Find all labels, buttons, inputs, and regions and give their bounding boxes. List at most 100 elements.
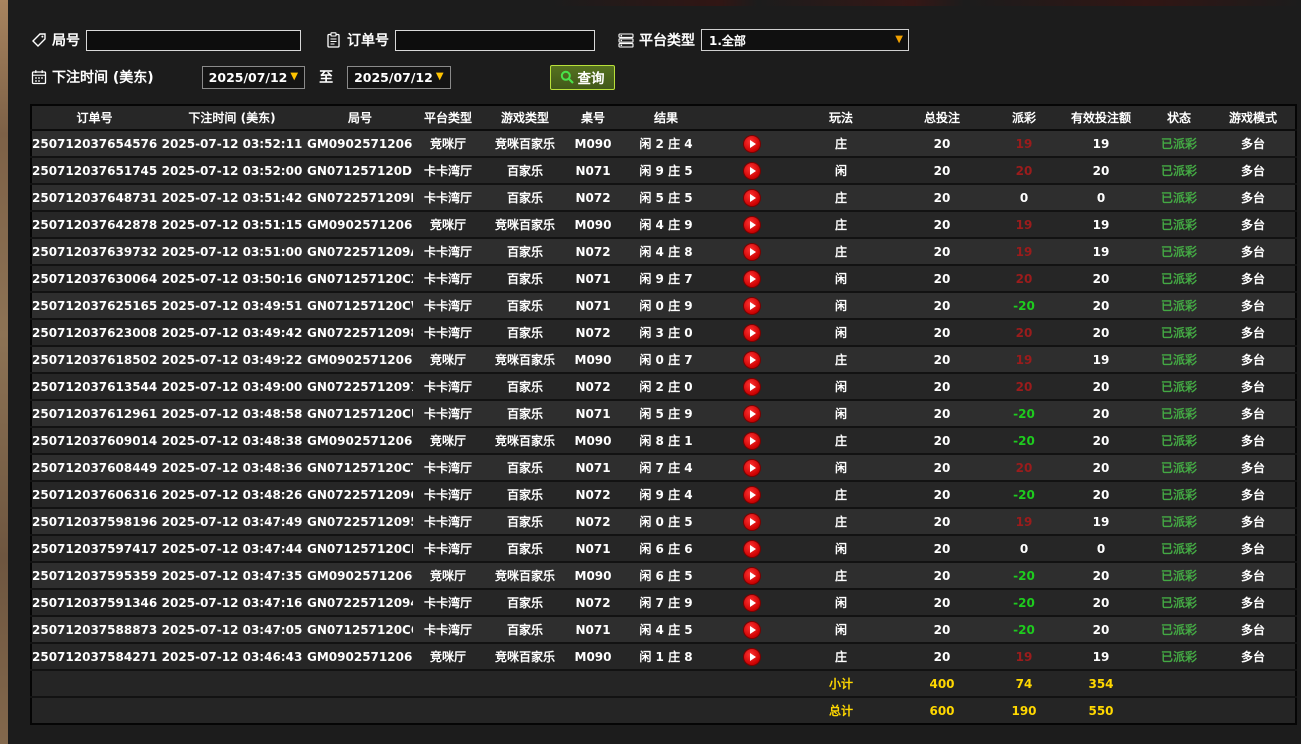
round-input[interactable] <box>86 29 301 51</box>
play-icon[interactable] <box>744 324 760 341</box>
subtotal-label: 小计 <box>791 670 891 698</box>
total-bet-cell: 20 <box>891 265 993 293</box>
header-game-type: 游戏类型 <box>483 105 567 131</box>
play-icon[interactable] <box>744 243 760 260</box>
status-cell: 已派彩 <box>1147 319 1211 347</box>
valid-bet-cell: 20 <box>1055 562 1147 590</box>
order-number-cell: 250712037651745 <box>31 157 157 185</box>
play-type-cell: 庄 <box>791 130 891 158</box>
play-icon[interactable] <box>744 270 760 287</box>
play-icon[interactable] <box>744 486 760 503</box>
play-icon[interactable] <box>744 621 760 638</box>
game-type-cell: 百家乐 <box>483 535 567 563</box>
status-cell: 已派彩 <box>1147 427 1211 455</box>
game-type-cell: 竞咪百家乐 <box>483 211 567 239</box>
date-from-value: 2025/07/12 <box>208 69 288 85</box>
order-number-cell: 250712037623008 <box>31 319 157 347</box>
payout-cell: -20 <box>993 427 1055 455</box>
bet-time-cell: 2025-07-12 03:49:51 <box>157 292 307 320</box>
replay-cell <box>713 292 791 320</box>
payout-cell: 20 <box>993 265 1055 293</box>
result-cell: 闲 0 庄 7 <box>619 346 713 374</box>
bet-time-cell: 2025-07-12 03:51:00 <box>157 238 307 266</box>
game-type-cell: 竞咪百家乐 <box>483 427 567 455</box>
play-type-cell: 闲 <box>791 535 891 563</box>
payout-cell: 20 <box>993 319 1055 347</box>
game-type-cell: 百家乐 <box>483 238 567 266</box>
search-icon <box>560 70 574 84</box>
status-cell: 已派彩 <box>1147 400 1211 428</box>
bet-time-cell: 2025-07-12 03:52:11 <box>157 130 307 158</box>
replay-cell <box>713 346 791 374</box>
play-icon[interactable] <box>744 594 760 611</box>
replay-cell <box>713 427 791 455</box>
platform-select[interactable]: 1.全部 ▼ <box>701 29 909 51</box>
table-number-cell: N071 <box>567 292 619 320</box>
valid-bet-cell: 19 <box>1055 508 1147 536</box>
payout-cell: 19 <box>993 238 1055 266</box>
left-edge-decoration <box>0 0 8 744</box>
play-icon[interactable] <box>744 540 760 557</box>
replay-cell <box>713 211 791 239</box>
table-number-cell: N072 <box>567 238 619 266</box>
play-icon[interactable] <box>744 648 760 665</box>
platform-type-cell: 竞咪厅 <box>413 211 483 239</box>
status-cell: 已派彩 <box>1147 589 1211 617</box>
round-number-cell: GN07225712098 <box>307 319 413 347</box>
total-bet-cell: 20 <box>891 589 993 617</box>
play-icon[interactable] <box>744 432 760 449</box>
status-cell: 已派彩 <box>1147 508 1211 536</box>
play-icon[interactable] <box>744 162 760 179</box>
game-mode-cell: 多台 <box>1211 508 1296 536</box>
order-number-cell: 250712037642878 <box>31 211 157 239</box>
play-icon[interactable] <box>744 216 760 233</box>
date-to-picker[interactable]: 2025/07/12 ▼ <box>347 65 451 89</box>
order-input[interactable] <box>395 29 595 51</box>
game-type-cell: 竞咪百家乐 <box>483 562 567 590</box>
play-icon[interactable] <box>744 459 760 476</box>
platform-type-cell: 卡卡湾厅 <box>413 157 483 185</box>
table-number-cell: N071 <box>567 400 619 428</box>
bet-time-cell: 2025-07-12 03:47:05 <box>157 616 307 644</box>
replay-cell <box>713 643 791 671</box>
table-row: 250712037639732 2025-07-12 03:51:00 GN07… <box>31 238 1296 266</box>
replay-cell <box>713 535 791 563</box>
play-icon[interactable] <box>744 351 760 368</box>
table-row: 250712037588873 2025-07-12 03:47:05 GN07… <box>31 616 1296 644</box>
play-icon[interactable] <box>744 405 760 422</box>
game-type-cell: 百家乐 <box>483 481 567 509</box>
game-type-cell: 百家乐 <box>483 400 567 428</box>
game-mode-cell: 多台 <box>1211 265 1296 293</box>
order-number-cell: 250712037595359 <box>31 562 157 590</box>
replay-cell <box>713 130 791 158</box>
play-icon[interactable] <box>744 378 760 395</box>
result-cell: 闲 4 庄 9 <box>619 211 713 239</box>
round-number-cell: GN0722571209B <box>307 184 413 212</box>
replay-cell <box>713 508 791 536</box>
valid-bet-cell: 19 <box>1055 643 1147 671</box>
play-icon[interactable] <box>744 513 760 530</box>
valid-bet-cell: 20 <box>1055 454 1147 482</box>
platform-type-cell: 卡卡湾厅 <box>413 508 483 536</box>
payout-cell: 19 <box>993 130 1055 158</box>
game-mode-cell: 多台 <box>1211 238 1296 266</box>
table-row: 250712037623008 2025-07-12 03:49:42 GN07… <box>31 319 1296 347</box>
date-from-picker[interactable]: 2025/07/12 ▼ <box>201 65 306 89</box>
table-row: 250712037618502 2025-07-12 03:49:22 GM09… <box>31 346 1296 374</box>
grand-total-empty-status <box>1147 697 1211 724</box>
valid-bet-cell: 20 <box>1055 373 1147 401</box>
game-mode-cell: 多台 <box>1211 589 1296 617</box>
result-cell: 闲 8 庄 1 <box>619 427 713 455</box>
table-row: 250712037609014 2025-07-12 03:48:38 GM09… <box>31 427 1296 455</box>
result-cell: 闲 4 庄 5 <box>619 616 713 644</box>
round-number-cell: GN07225712095 <box>307 508 413 536</box>
play-icon[interactable] <box>744 297 760 314</box>
round-number-cell: GM0902571206F <box>307 643 413 671</box>
table-number-cell: N071 <box>567 454 619 482</box>
play-icon[interactable] <box>744 189 760 206</box>
replay-cell <box>713 562 791 590</box>
table-number-cell: M090 <box>567 427 619 455</box>
play-icon[interactable] <box>744 135 760 152</box>
query-button[interactable]: 查询 <box>549 64 615 90</box>
play-icon[interactable] <box>744 567 760 584</box>
